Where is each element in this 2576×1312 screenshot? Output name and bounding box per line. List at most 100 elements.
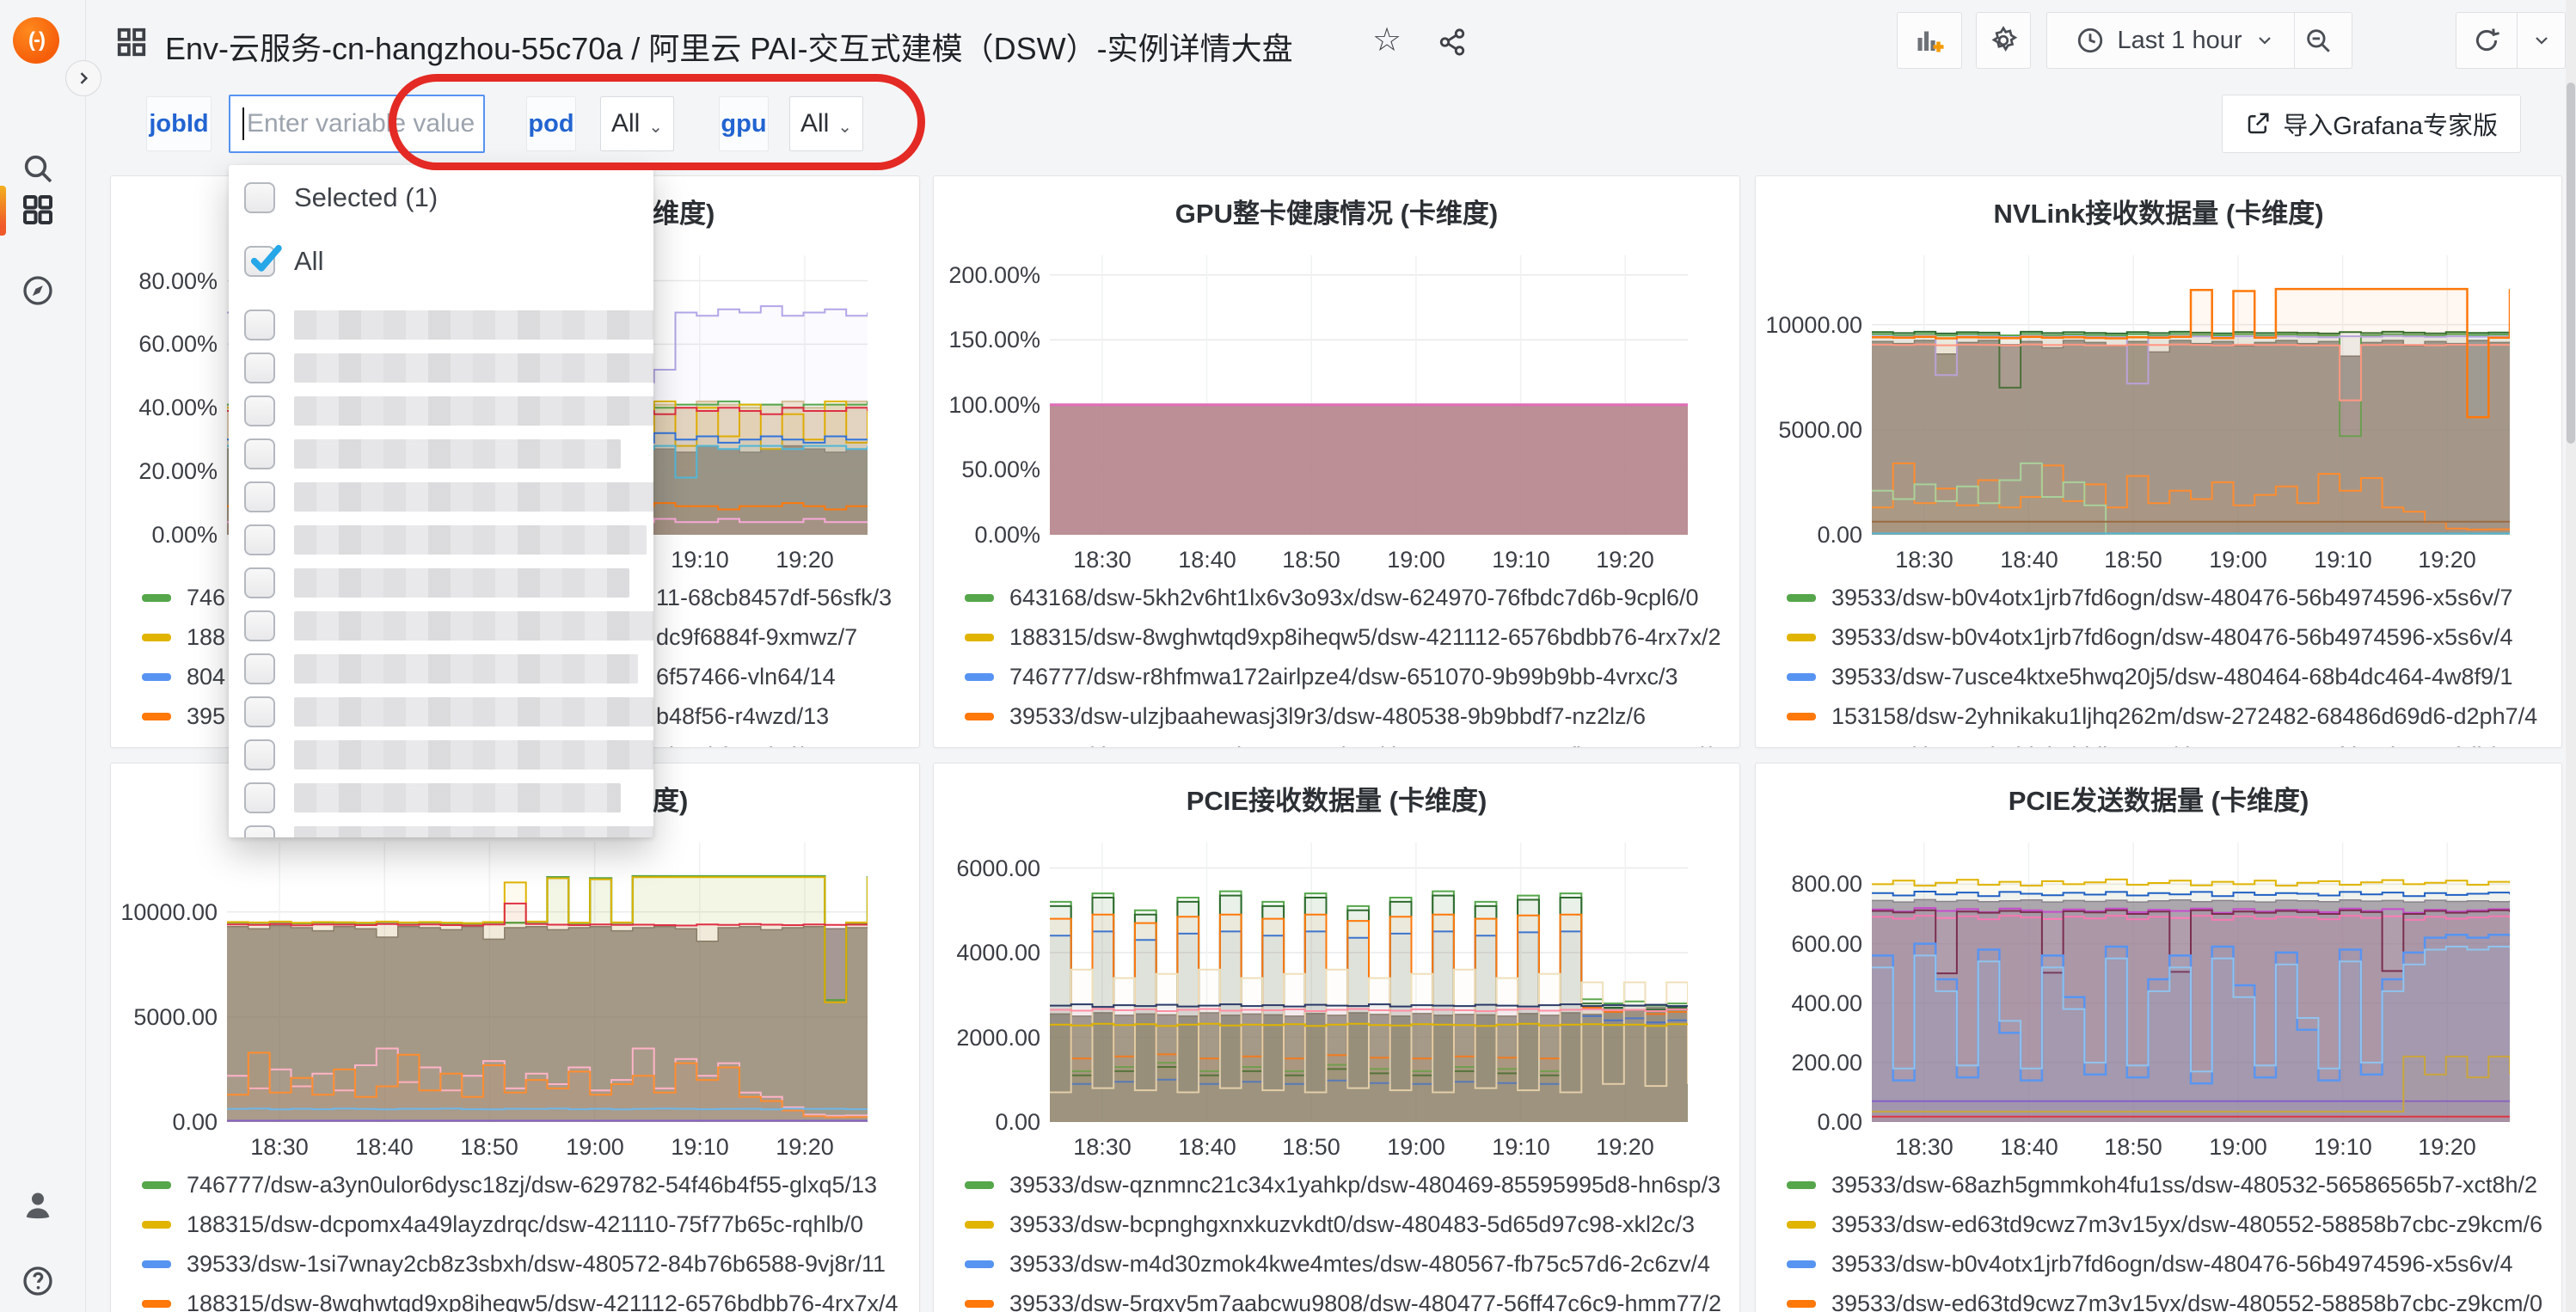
legend-item[interactable]: 188315/dsw-npmpwmkm7ynxeykrw/dsw-421010-… [965, 739, 1724, 748]
legend-item[interactable]: 395 [142, 699, 225, 733]
panel-title[interactable]: PCIE接收数据量 (卡维度) [934, 779, 1739, 818]
chart-canvas[interactable] [1050, 843, 1688, 1122]
dashboards-icon[interactable] [21, 193, 55, 227]
legend-item[interactable]: 39533/dsw-b0v4otx1jrb7fd6ogn/dsw-480476-… [1787, 1247, 2513, 1281]
refresh-button[interactable] [2456, 13, 2517, 68]
page-title[interactable]: Env-云服务-cn-hangzhou-55c70a / 阿里云 PAI-交互式… [165, 24, 1293, 69]
x-axis-tick: 18:30 [1877, 547, 1972, 573]
dropdown-option-redacted[interactable] [244, 306, 653, 344]
legend-swatch [965, 1181, 994, 1189]
variable-dropdown-pod[interactable]: All⌄ [600, 96, 674, 151]
checkbox-icon[interactable] [244, 182, 275, 213]
legend-label: 39533/dsw-b0v4otx1jrb7fd6ogn/dsw-480476-… [1831, 1251, 2513, 1278]
checkbox-icon[interactable] [244, 524, 275, 555]
legend-item[interactable]: 39533/dsw-b0v4otx1jrb7fd6ogn/dsw-480476-… [1787, 620, 2513, 654]
legend-item[interactable]: 188 [142, 620, 225, 654]
legend-label: 188315/dsw-dcpomx4a49layzdrqc/dsw-421110… [187, 1211, 863, 1238]
x-axis-tick: 18:50 [442, 1134, 537, 1161]
legend-item[interactable]: 15 [142, 739, 212, 748]
checkbox-icon[interactable] [244, 438, 275, 469]
chart-canvas[interactable] [227, 843, 868, 1122]
import-grafana-button[interactable]: 导入Grafana专家版 [2222, 95, 2521, 153]
dropdown-option-all[interactable]: All [244, 242, 323, 280]
dashboard-title-icon [115, 26, 148, 58]
panel-title[interactable]: GPU整卡健康情况 (卡维度) [934, 192, 1739, 230]
chart-canvas[interactable] [1050, 255, 1688, 535]
checkbox-icon[interactable] [244, 696, 275, 727]
variable-value-input[interactable]: Enter variable value [229, 95, 485, 153]
legend-item[interactable]: 39533/dsw-ed63td9cwz7m3v15yx/dsw-480552-… [1787, 1286, 2542, 1312]
explore-compass-icon[interactable] [21, 273, 55, 308]
dropdown-selected-header[interactable]: Selected (1) [244, 179, 438, 217]
legend-item[interactable]: 39533/dsw-m4d30zmok4kwe4mtes/dsw-480567-… [965, 1247, 1710, 1281]
dropdown-option-redacted[interactable] [244, 521, 647, 559]
legend-item[interactable]: 746 [142, 580, 225, 615]
share-icon[interactable] [1438, 28, 1467, 57]
dropdown-option-redacted[interactable] [244, 349, 653, 387]
dropdown-option-redacted[interactable] [244, 650, 638, 688]
checkbox-checked-icon[interactable] [244, 246, 275, 277]
page-scrollbar[interactable] [2566, 0, 2576, 1312]
variable-dropdown-gpu[interactable]: All⌄ [789, 96, 863, 151]
checkbox-icon[interactable] [244, 567, 275, 598]
legend-item[interactable]: 643168/dsw-5kh2v6ht1lx6v3o93x/dsw-624970… [965, 580, 1699, 615]
dropdown-option-redacted[interactable] [244, 564, 629, 602]
y-axis-tick: 5000.00 [1761, 417, 1862, 444]
scrollbar-thumb[interactable] [2567, 83, 2575, 444]
checkbox-icon[interactable] [244, 481, 275, 512]
legend-label-fragment: dc9f6884f-9xmwz/7 [656, 624, 857, 651]
checkbox-icon[interactable] [244, 739, 275, 770]
legend-item[interactable]: 746777/dsw-a3yn0ulor6dysc18zj/dsw-629782… [142, 1168, 877, 1202]
checkbox-icon[interactable] [244, 653, 275, 684]
dropdown-option-redacted[interactable] [244, 607, 653, 645]
legend-item[interactable]: 39533/dsw-b0v4otx1jrb7fd6ogn/dsw-480476-… [1787, 580, 2513, 615]
checkbox-icon[interactable] [244, 782, 275, 813]
dropdown-option-redacted[interactable] [244, 435, 621, 473]
chart-canvas[interactable] [1872, 255, 2510, 535]
y-axis-tick: 150.00% [939, 327, 1040, 353]
refresh-interval-dropdown[interactable] [2517, 13, 2565, 68]
sidebar-expand-button[interactable] [65, 60, 101, 96]
settings-gear-button[interactable] [1976, 12, 2031, 69]
legend-item[interactable]: 153158/dsw-2yhnikaku1ljhq262m/dsw-272482… [1787, 699, 2537, 733]
dropdown-option-redacted[interactable] [244, 779, 621, 817]
legend-item[interactable]: 39533/dsw-1si7wnay2cb8z3sbxh/dsw-480572-… [142, 1247, 886, 1281]
dropdown-option-redacted[interactable] [244, 693, 653, 731]
panel-title[interactable]: NVLink接收数据量 (卡维度) [1756, 192, 2561, 230]
help-icon[interactable] [21, 1264, 55, 1298]
checkbox-icon[interactable] [244, 395, 275, 426]
time-range-button[interactable]: Last 1 hour [2057, 13, 2293, 68]
legend-item[interactable]: 188315/dsw-8wghwtqd9xp8iheqw5/dsw-421112… [965, 620, 1721, 654]
chart-canvas[interactable] [1872, 843, 2510, 1122]
legend-item[interactable]: 39533/dsw-7usce4ktxe5hwq20j5/dsw-480464-… [1787, 659, 2513, 694]
legend-item[interactable]: 39533/dsw-bcpnghgxnxkuzvkdt0/dsw-480483-… [965, 1207, 1695, 1241]
legend-item[interactable]: 188315/dsw-8wghwtqd9xp8iheqw5/dsw-421112… [142, 1286, 899, 1312]
checkbox-icon[interactable] [244, 310, 275, 340]
checkbox-icon[interactable] [244, 610, 275, 641]
dropdown-option-redacted[interactable] [244, 736, 653, 774]
panel-title[interactable]: PCIE发送数据量 (卡维度) [1756, 779, 2561, 818]
legend-item[interactable]: 39533/dsw-68azh5gmmkoh4fu1ss/dsw-480532-… [1787, 1168, 2537, 1202]
user-profile-icon[interactable] [21, 1188, 55, 1223]
zoom-out-button[interactable] [2294, 13, 2342, 68]
dropdown-option-redacted[interactable] [244, 822, 653, 837]
panel-title[interactable]: 维度) [653, 192, 715, 230]
star-icon[interactable]: ☆ [1372, 21, 1401, 59]
app-logo-icon[interactable]: (-) [13, 17, 59, 64]
dropdown-option-redacted[interactable] [244, 392, 653, 430]
panel-title[interactable]: 度) [653, 779, 688, 818]
add-panel-button[interactable] [1897, 12, 1962, 69]
legend-item[interactable]: 39533/dsw-qznmnc21c34x1yahkp/dsw-480469-… [965, 1168, 1720, 1202]
checkbox-icon[interactable] [244, 825, 275, 837]
checkbox-icon[interactable] [244, 353, 275, 383]
search-icon[interactable] [21, 151, 55, 186]
legend-item[interactable]: 188315/dsw-dcpomx4a49layzdrqc/dsw-421110… [142, 1207, 863, 1241]
legend-swatch [965, 594, 994, 602]
legend-item[interactable]: 39533/dsw-ed63td9cwz7m3v15yx/dsw-480552-… [1787, 1207, 2542, 1241]
legend-item[interactable]: 39533/dsw-5rqxy5m7aabcwu9808/dsw-480477-… [965, 1286, 1721, 1312]
legend-item[interactable]: 157672/dsw-26bubi0kebldjve2u6/dsw-467947… [1787, 739, 2508, 748]
legend-item[interactable]: 804 [142, 659, 225, 694]
legend-item[interactable]: 746777/dsw-r8hfmwa172airlpze4/dsw-651070… [965, 659, 1677, 694]
dropdown-option-redacted[interactable] [244, 478, 653, 516]
legend-item[interactable]: 39533/dsw-ulzjbaahewasj3l9r3/dsw-480538-… [965, 699, 1646, 733]
